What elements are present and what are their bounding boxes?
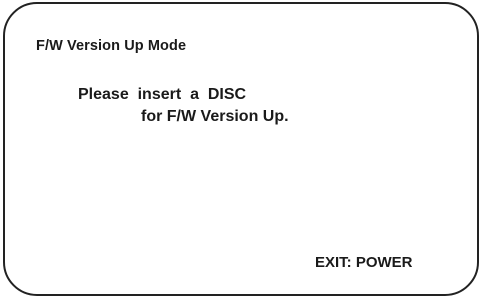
insert-disc-message-line-2: for F/W Version Up. xyxy=(141,108,289,125)
insert-disc-message-line-1: Please insert a DISC xyxy=(78,86,247,103)
mode-title: F/W Version Up Mode xyxy=(36,38,187,54)
exit-power-hint: EXIT: POWER xyxy=(315,254,413,271)
